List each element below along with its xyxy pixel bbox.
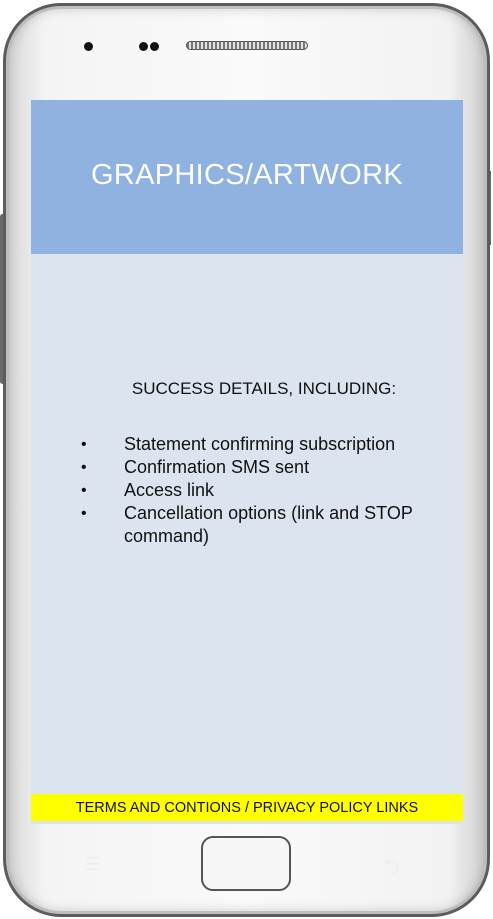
home-button[interactable] xyxy=(201,836,291,891)
banner-title: GRAPHICS/ARTWORK xyxy=(90,158,404,191)
terms-privacy-links[interactable]: TERMS AND CONTIONS / PRIVACY POLICY LINK… xyxy=(31,794,463,821)
phone-screen: GRAPHICS/ARTWORK SUCCESS DETAILS, INCLUD… xyxy=(31,100,463,824)
front-camera-icon xyxy=(84,42,93,51)
success-details-list: • Statement confirming subscription • Conf… xyxy=(81,433,451,548)
menu-icon[interactable]: ☰ xyxy=(78,854,108,874)
list-item: • Confirmation SMS sent xyxy=(81,457,310,477)
sensor-icon xyxy=(139,42,148,51)
list-item: • Access link xyxy=(81,480,215,500)
list-item: • Cancellation options (link and STOP com… xyxy=(81,503,413,546)
earpiece-speaker xyxy=(186,41,308,50)
bullet-icon: • xyxy=(81,482,87,499)
bullet-icon: • xyxy=(81,505,87,522)
sensor-icon xyxy=(150,42,159,51)
success-details-heading: SUCCESS DETAILS, INCLUDING: xyxy=(131,379,397,398)
back-icon[interactable]: ⮌ xyxy=(377,852,407,878)
graphics-banner: GRAPHICS/ARTWORK xyxy=(31,100,463,254)
bullet-icon: • xyxy=(81,459,87,476)
bullet-icon: • xyxy=(81,436,87,453)
phone-mockup: GRAPHICS/ARTWORK SUCCESS DETAILS, INCLUD… xyxy=(0,0,493,919)
list-item: • Statement confirming subscription xyxy=(81,434,396,454)
